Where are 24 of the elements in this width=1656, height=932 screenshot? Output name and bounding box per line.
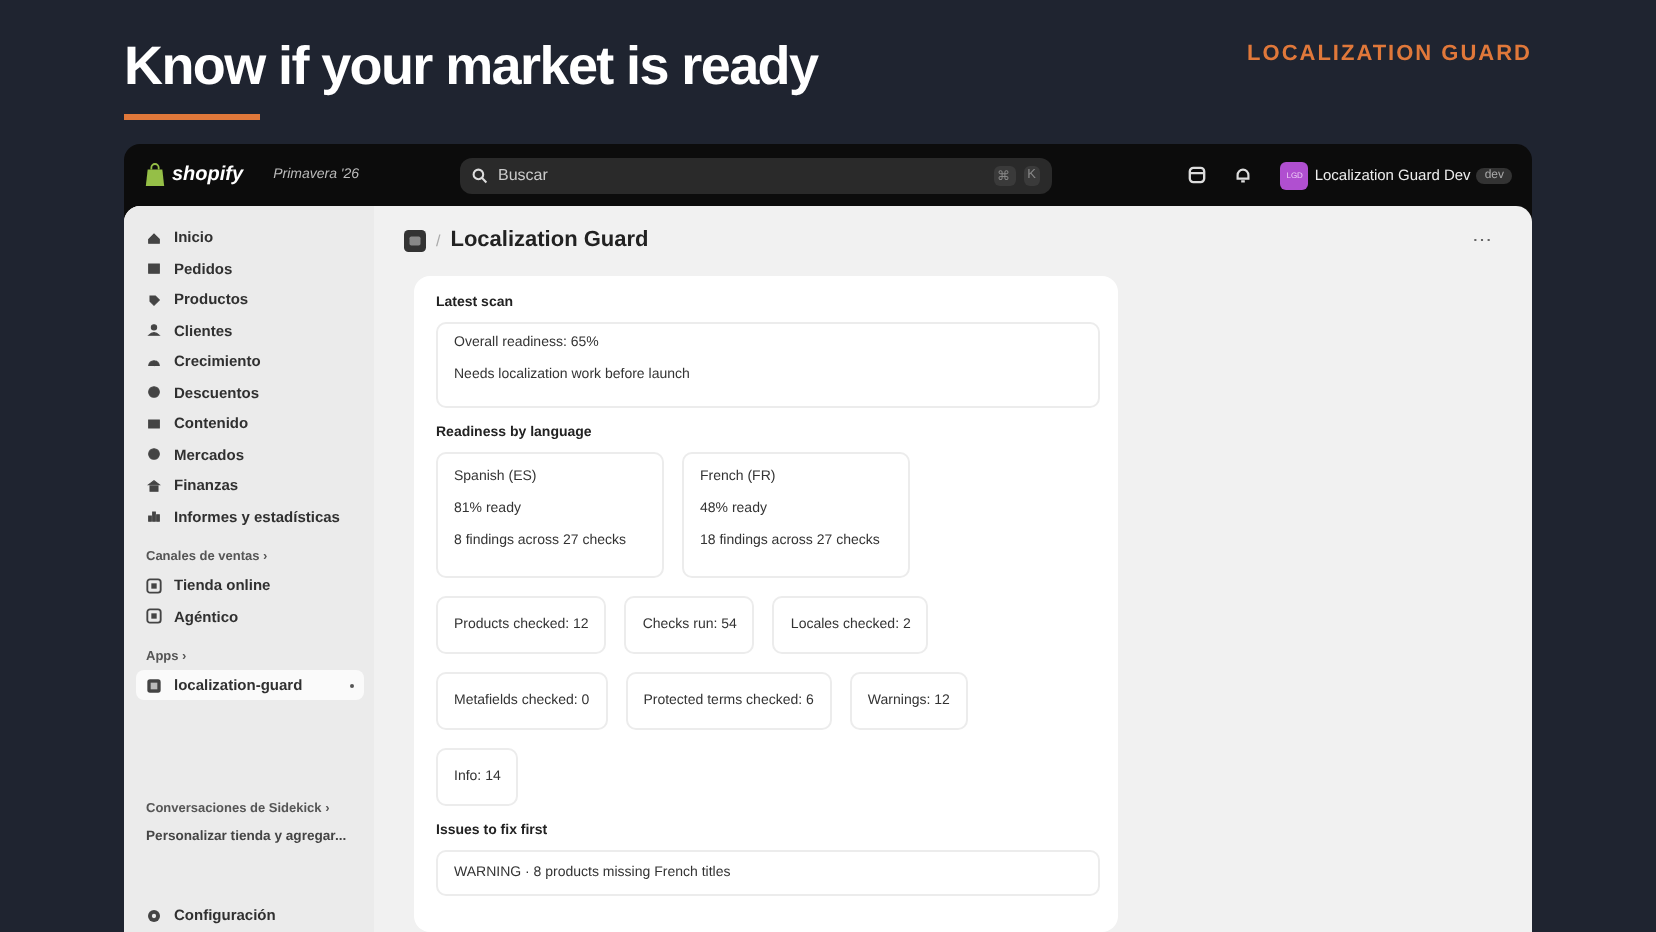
more-actions-button[interactable]: ⋯ bbox=[1472, 228, 1492, 252]
brand-label: LOCALIZATION GUARD bbox=[1247, 42, 1532, 70]
nav-icon bbox=[146, 322, 162, 339]
nav-icon bbox=[146, 260, 162, 277]
search-field[interactable]: Buscar bbox=[498, 166, 984, 184]
gear-icon bbox=[146, 907, 162, 924]
search-icon bbox=[472, 167, 488, 183]
breadcrumb-separator: / bbox=[436, 231, 441, 249]
nav-icon bbox=[146, 291, 162, 308]
shopping-bag-icon bbox=[144, 162, 166, 188]
brand-logo: shopify bbox=[172, 164, 244, 186]
app-icon bbox=[404, 229, 426, 251]
nav-icon bbox=[146, 229, 162, 246]
bell-icon[interactable] bbox=[1234, 166, 1253, 184]
nav-icon bbox=[146, 446, 162, 463]
nav-icon bbox=[146, 477, 162, 494]
nav-icon bbox=[146, 384, 162, 401]
accent-rule bbox=[124, 114, 260, 120]
nav-icon bbox=[146, 508, 162, 525]
nav-icon bbox=[146, 415, 162, 432]
store-icon[interactable] bbox=[1188, 166, 1207, 184]
page-title: Localization Guard bbox=[450, 228, 649, 252]
page-heading: Know if your market is ready bbox=[124, 34, 818, 100]
app-icon bbox=[146, 677, 162, 693]
